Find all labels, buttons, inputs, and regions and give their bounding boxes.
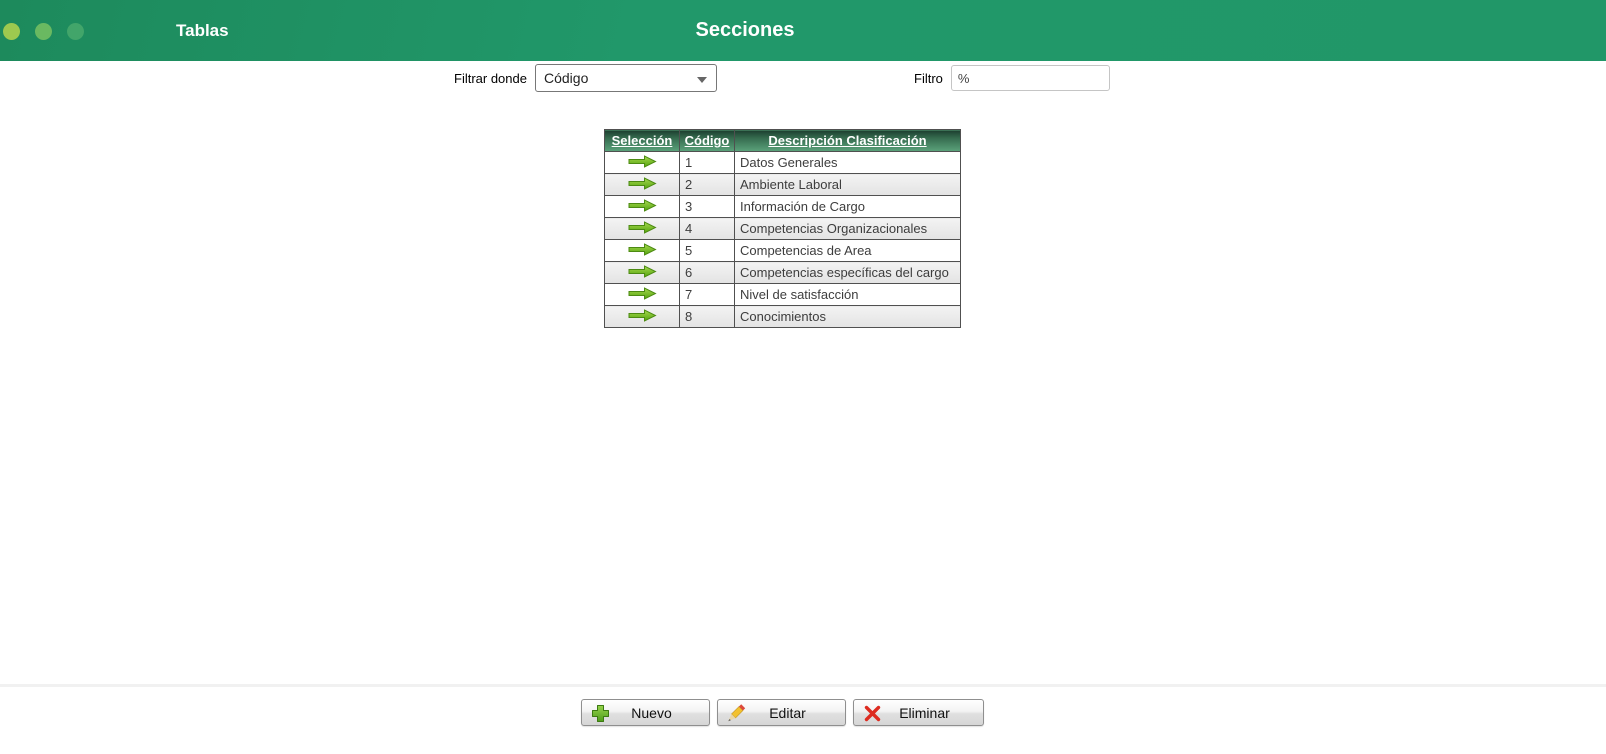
descripcion-cell: Nivel de satisfacción — [734, 283, 961, 306]
select-cell — [604, 151, 680, 174]
descripcion-cell: Competencias Organizacionales — [734, 217, 961, 240]
new-button[interactable]: Nuevo — [581, 699, 710, 726]
select-row-arrow-icon[interactable] — [626, 264, 658, 278]
filter-where-label: Filtrar donde — [454, 70, 527, 86]
table-row: 6 Competencias específicas del cargo — [604, 261, 961, 284]
window-dots — [3, 23, 84, 40]
select-row-arrow-icon[interactable] — [626, 286, 658, 300]
column-header-seleccion[interactable]: Selección — [604, 129, 680, 152]
select-row-arrow-icon[interactable] — [626, 198, 658, 212]
app-window: Tablas Secciones Filtrar donde Código Fi… — [0, 0, 1606, 754]
delete-x-icon — [863, 704, 882, 723]
select-cell — [604, 305, 680, 328]
edit-button-label: Editar — [769, 704, 806, 721]
select-row-arrow-icon[interactable] — [626, 154, 658, 168]
select-row-arrow-icon[interactable] — [626, 176, 658, 190]
chevron-down-icon — [696, 77, 707, 83]
footer-divider — [0, 684, 1606, 687]
table-row: 2 Ambiente Laboral — [604, 173, 961, 196]
codigo-cell: 1 — [679, 151, 735, 174]
table-row: 1 Datos Generales — [604, 151, 961, 174]
column-header-descripcion[interactable]: Descripción Clasificación — [734, 129, 961, 152]
select-row-arrow-icon[interactable] — [626, 308, 658, 322]
codigo-cell: 7 — [679, 283, 735, 306]
window-dot-icon — [35, 23, 52, 40]
select-cell — [604, 195, 680, 218]
table-row: 4 Competencias Organizacionales — [604, 217, 961, 240]
top-bar: Tablas Secciones — [0, 0, 1606, 61]
filter-field-select[interactable]: Código — [534, 64, 717, 92]
table-row: 5 Competencias de Area — [604, 239, 961, 262]
select-cell — [604, 217, 680, 240]
codigo-cell: 5 — [679, 239, 735, 262]
descripcion-cell: Información de Cargo — [734, 195, 961, 218]
filter-where-group: Filtrar donde Código — [454, 64, 717, 92]
descripcion-cell: Datos Generales — [734, 151, 961, 174]
table-row: 3 Información de Cargo — [604, 195, 961, 218]
select-cell — [604, 239, 680, 262]
select-row-arrow-icon[interactable] — [626, 242, 658, 256]
select-row-arrow-icon[interactable] — [626, 220, 658, 234]
new-button-label: Nuevo — [631, 704, 672, 721]
pencil-icon — [727, 704, 747, 724]
app-title: Tablas — [176, 21, 229, 40]
table-header-row: Selección Código Descripción Clasificaci… — [604, 129, 961, 152]
codigo-cell: 8 — [679, 305, 735, 328]
descripcion-cell: Competencias específicas del cargo — [734, 261, 961, 284]
filter-input[interactable] — [950, 65, 1110, 91]
column-header-codigo[interactable]: Código — [679, 129, 735, 152]
plus-icon — [591, 704, 610, 723]
secciones-table: Selección Código Descripción Clasificaci… — [604, 129, 961, 328]
codigo-cell: 2 — [679, 173, 735, 196]
descripcion-cell: Competencias de Area — [734, 239, 961, 262]
filter-field-selected-value: Código — [543, 70, 589, 86]
select-cell — [604, 261, 680, 284]
codigo-cell: 4 — [679, 217, 735, 240]
delete-button[interactable]: Eliminar — [853, 699, 984, 726]
descripcion-cell: Conocimientos — [734, 305, 961, 328]
window-dot-icon — [3, 23, 20, 40]
codigo-cell: 3 — [679, 195, 735, 218]
filter-value-group: Filtro — [914, 65, 1110, 91]
window-dot-icon — [67, 23, 84, 40]
select-cell — [604, 283, 680, 306]
table-row: 8 Conocimientos — [604, 305, 961, 328]
edit-button[interactable]: Editar — [717, 699, 846, 726]
action-buttons: Nuevo Editar Eliminar — [581, 699, 984, 726]
select-cell — [604, 173, 680, 196]
descripcion-cell: Ambiente Laboral — [734, 173, 961, 196]
filter-value-label: Filtro — [914, 70, 943, 86]
page-title: Secciones — [695, 19, 795, 41]
delete-button-label: Eliminar — [899, 704, 950, 721]
codigo-cell: 6 — [679, 261, 735, 284]
table-row: 7 Nivel de satisfacción — [604, 283, 961, 306]
